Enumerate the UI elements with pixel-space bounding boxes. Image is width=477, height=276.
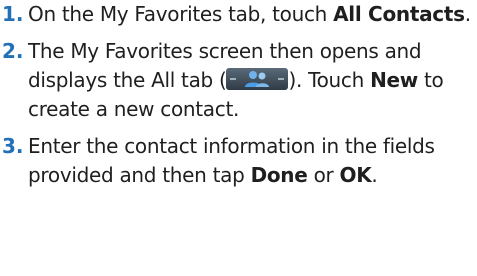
step-number: 2. <box>2 39 24 63</box>
step-emphasis: New <box>370 68 418 92</box>
step-emphasis: All Contacts <box>333 2 465 26</box>
step-text: On the My Favorites tab, touch All Conta… <box>28 0 471 29</box>
step-text: The My Favorites screen then opens and d… <box>28 37 477 124</box>
step-text: Enter the contact information in the fie… <box>28 132 477 190</box>
step-text-part: . <box>464 2 471 26</box>
step-text-part: . <box>371 163 378 187</box>
instruction-page: 1. On the My Favorites tab, touch All Co… <box>0 0 477 276</box>
step-2: 2. The My Favorites screen then opens an… <box>0 37 477 124</box>
step-3: 3. Enter the contact information in the … <box>0 132 477 190</box>
all-contacts-tab-icon <box>226 68 289 90</box>
step-text-part: or <box>307 163 340 187</box>
step-emphasis: Done <box>250 163 308 187</box>
steps-list: 1. On the My Favorites tab, touch All Co… <box>0 0 477 190</box>
step-text-part: On the My Favorites tab, touch <box>28 2 334 26</box>
step-number: 1. <box>2 2 24 26</box>
step-text-part: ). Touch <box>288 68 371 92</box>
step-number: 3. <box>2 134 24 158</box>
people-icon <box>230 71 285 87</box>
step-1: 1. On the My Favorites tab, touch All Co… <box>0 0 477 29</box>
step-emphasis: OK <box>339 163 372 187</box>
